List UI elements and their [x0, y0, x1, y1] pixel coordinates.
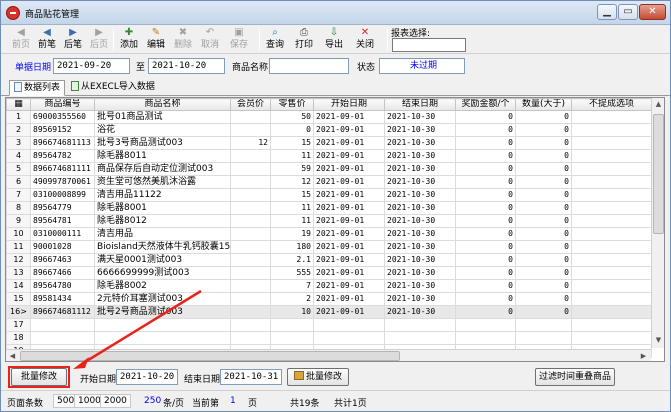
annotation-arrow-shaft — [84, 289, 202, 364]
annotation-arrow — [73, 289, 202, 369]
total-pages: 共计1页 — [334, 399, 367, 409]
page-size-2000-button[interactable]: 2000 — [100, 394, 131, 408]
current-page-label: 当前第 — [192, 399, 220, 409]
per-page-unit: 条/页 — [163, 399, 185, 409]
per-page-value: 250 — [144, 396, 162, 406]
status-bar: 页面条数 500 1000 2000 250 条/页 当前第 1 页 共19条 … — [1, 390, 670, 411]
main-window: 商品贴花管理 ▁ ▭ ✕ 报表选择: ◀ 前页 ◀ 前笔 ▶ 后笔 ▶ 后页 ✚ 添加 ✎ 编辑 ✖ 删除… — [0, 0, 671, 412]
page-unit: 页 — [248, 399, 258, 409]
current-page-value: 1 — [230, 396, 236, 406]
total-rows: 共19条 — [290, 399, 320, 409]
annotation-arrow-head — [73, 357, 89, 369]
page-size-label: 页面条数 — [7, 399, 44, 409]
